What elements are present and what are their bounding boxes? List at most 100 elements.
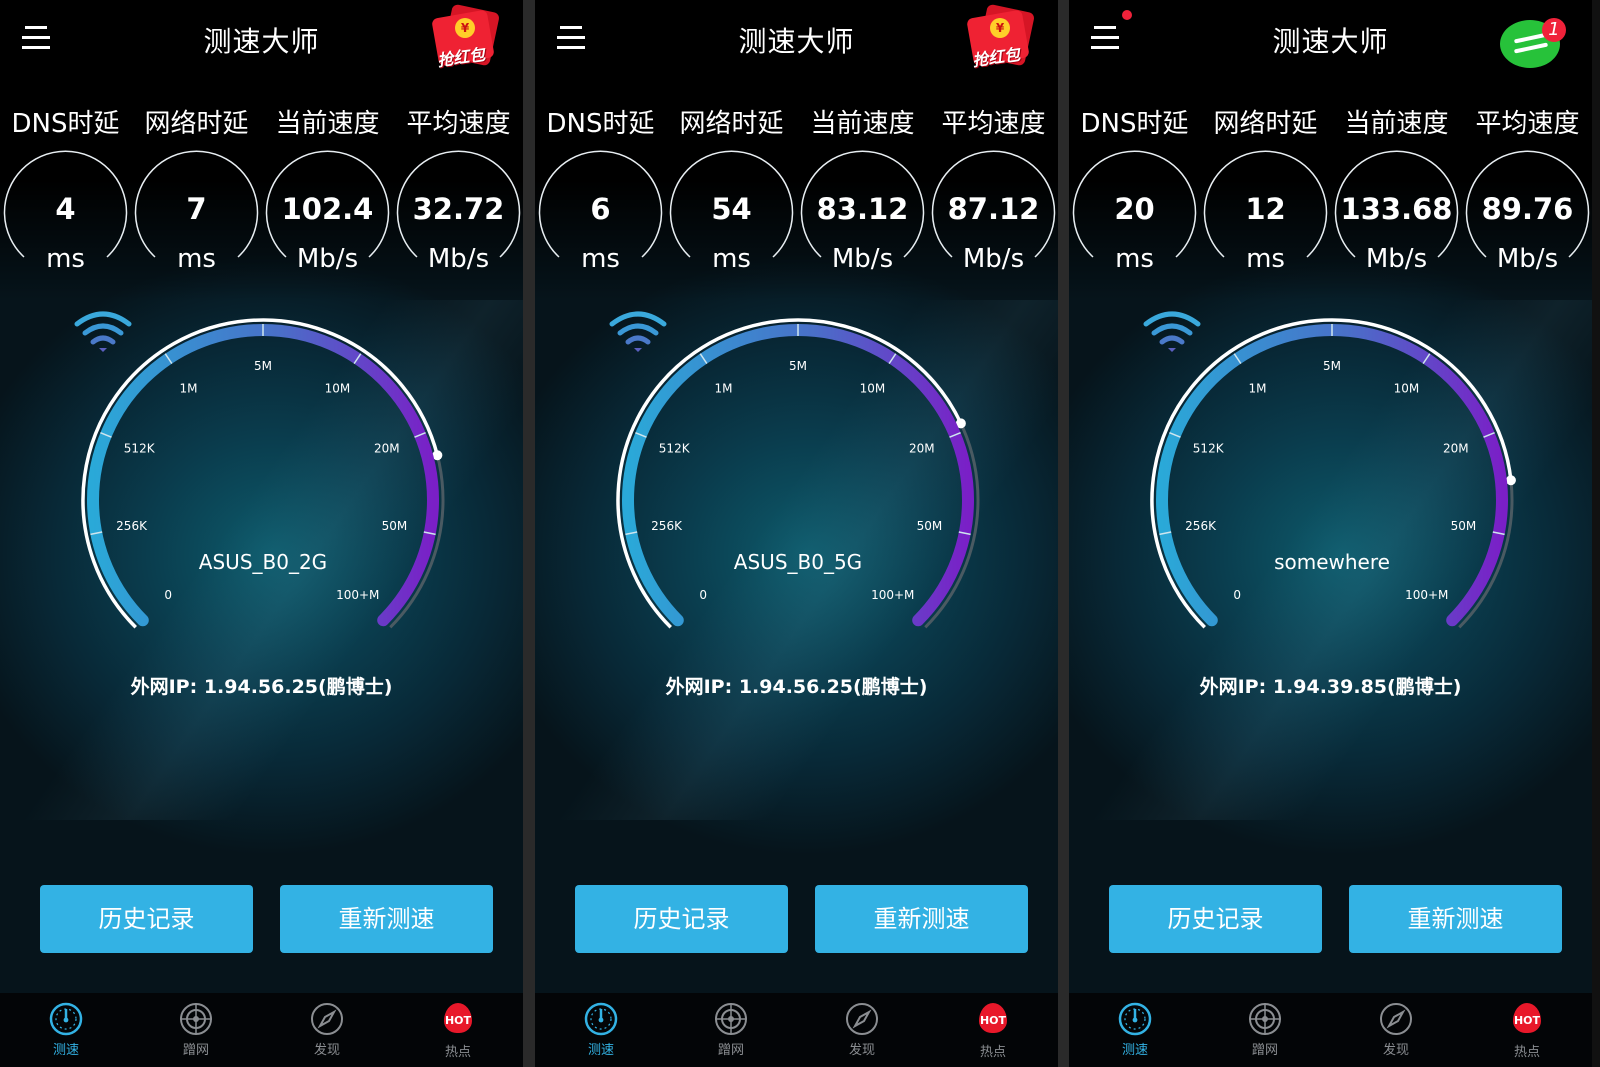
red-packet-button[interactable]: ¥ 抢红包 — [431, 3, 501, 70]
metric-value: 20 — [1114, 192, 1155, 226]
metrics-row: DNS时延 20 ms 网络时延 12 ms 当前速度 133.68 Mb/s … — [1069, 104, 1592, 284]
radar-icon — [1247, 1001, 1283, 1037]
nav-label: 发现 — [848, 1043, 875, 1058]
external-ip: 外网IP: 1.94.56.25(鹏博士) — [0, 672, 523, 699]
nav-label: 测速 — [1121, 1043, 1148, 1058]
hot-badge: HOT — [979, 1003, 1007, 1033]
gauge-tick-label: 256K — [116, 519, 148, 533]
hot-badge: HOT — [1513, 1003, 1541, 1033]
metric-label: DNS时延 — [546, 109, 655, 139]
metric-label: 平均速度 — [941, 109, 1046, 139]
gauge-tick-label: 100+M — [871, 588, 914, 602]
wifi-ssid: ASUS_B0_5G — [733, 550, 863, 574]
nav-tab-1[interactable]: 蹭网 — [1225, 1001, 1305, 1058]
speed-gauge: 0 256K 512K 1M 5M 10M 20M 50M 100+M ASUS_B0_5G — [608, 310, 988, 650]
nav-tab-1[interactable]: 蹭网 — [691, 1001, 771, 1058]
nav-tab-2[interactable]: 发现 — [1356, 1001, 1436, 1058]
gauge-tick-label: 512K — [659, 442, 691, 456]
radar-icon — [713, 1001, 749, 1037]
speedometer-icon — [48, 1001, 84, 1037]
nav-label: 热点 — [444, 1045, 471, 1060]
gauge-tick-label: 512K — [1193, 442, 1225, 456]
metric-label: 平均速度 — [1475, 109, 1580, 139]
metric-value: 6 — [590, 192, 611, 226]
metric-dns-latency: DNS时延 20 ms — [1069, 104, 1200, 274]
nav-tab-0[interactable]: 测速 — [561, 1001, 641, 1058]
external-ip: 外网IP: 1.94.56.25(鹏博士) — [535, 672, 1058, 699]
gauge-svg: 0 256K 512K 1M 5M 10M 20M 50M 100+M — [616, 318, 980, 629]
metric-label: 网络时延 — [1213, 109, 1318, 139]
gauge-scale-band — [87, 324, 439, 627]
metric-label: 当前速度 — [810, 109, 915, 139]
ip-value: 1.94.56.25(鹏博士) — [203, 676, 393, 698]
nav-label: 发现 — [313, 1043, 340, 1058]
gauge-tick-label: 20M — [374, 442, 400, 456]
metric-current-speed: 当前速度 133.68 Mb/s — [1331, 104, 1462, 274]
metrics-row: DNS时延 4 ms 网络时延 7 ms 当前速度 102.4 Mb/s 平均速… — [0, 104, 523, 284]
red-packet-button[interactable]: ¥ 抢红包 — [966, 3, 1036, 71]
gauge-tick-label: 20M — [909, 442, 935, 456]
metric-network-latency: 网络时延 7 ms — [131, 104, 262, 274]
history-button[interactable]: 历史记录 — [1109, 885, 1322, 953]
gauge-tick-label: 0 — [164, 588, 172, 602]
retest-button[interactable]: 重新测速 — [280, 885, 493, 953]
metric-unit: Mb/s — [296, 244, 359, 274]
nav-tab-3[interactable]: HOT 热点 — [1487, 1001, 1567, 1060]
metric-value: 12 — [1245, 192, 1286, 226]
history-button[interactable]: 历史记录 — [575, 885, 788, 953]
metric-unit: Mb/s — [1496, 244, 1559, 274]
metric-unit: Mb/s — [831, 244, 894, 274]
gauge-tick-label: 512K — [124, 442, 156, 456]
speedometer-icon — [583, 1001, 619, 1037]
nav-label: 测速 — [587, 1043, 614, 1058]
phone-screen-2: 测速大师 ¥ 抢红包 DNS时延 6 ms 网络时延 54 ms 当前速度 83… — [535, 0, 1058, 1067]
metric-value: 32.72 — [412, 192, 505, 226]
gauge-tick-label: 1M — [180, 382, 198, 396]
retest-button[interactable]: 重新测速 — [815, 885, 1028, 953]
gauge-tick-label: 50M — [382, 519, 408, 533]
nav-tab-0[interactable]: 测速 — [26, 1001, 106, 1058]
nav-tab-3[interactable]: HOT 热点 — [953, 1001, 1033, 1060]
gauge-tick-label: 256K — [1185, 519, 1217, 533]
metric-network-latency: 网络时延 54 ms — [666, 104, 797, 274]
bottom-nav: 测速 蹭网 发现 HOT 热点 — [1069, 993, 1592, 1067]
top-app-bar: 测速大师 ¥ 抢红包 — [535, 0, 1058, 80]
wechat-share-button[interactable]: 1 — [1496, 14, 1570, 74]
metric-current-speed: 当前速度 102.4 Mb/s — [262, 104, 393, 274]
gauge-tick-label: 5M — [1323, 359, 1341, 373]
gauge-indicator-dot — [1505, 475, 1516, 486]
nav-label: 蹭网 — [1251, 1043, 1278, 1058]
metric-average-speed: 平均速度 32.72 Mb/s — [393, 104, 523, 274]
nav-label: 蹭网 — [182, 1043, 209, 1058]
metric-dns-latency: DNS时延 4 ms — [0, 104, 131, 274]
nav-label: 蹭网 — [717, 1043, 744, 1058]
nav-tab-3[interactable]: HOT 热点 — [418, 1001, 498, 1060]
nav-tab-2[interactable]: 发现 — [287, 1001, 367, 1058]
metric-average-speed: 平均速度 87.12 Mb/s — [928, 104, 1058, 274]
metric-unit: Mb/s — [427, 244, 490, 274]
gauge-tick-label: 50M — [1451, 519, 1477, 533]
notification-dot — [1122, 10, 1132, 20]
ip-value: 1.94.39.85(鹏博士) — [1272, 676, 1462, 698]
metric-current-speed: 当前速度 83.12 Mb/s — [797, 104, 928, 274]
gauge-tick-label: 5M — [789, 359, 807, 373]
nav-label: 热点 — [1513, 1045, 1540, 1060]
metric-label: 网络时延 — [144, 109, 249, 139]
coin-icon: ¥ — [455, 18, 475, 38]
nav-tab-2[interactable]: 发现 — [822, 1001, 902, 1058]
nav-tab-1[interactable]: 蹭网 — [156, 1001, 236, 1058]
radar-icon — [178, 1001, 214, 1037]
compass-icon — [309, 1001, 345, 1037]
metric-value: 133.68 — [1340, 192, 1453, 226]
hot-flame-icon: HOT — [1509, 1003, 1545, 1039]
gauge-tick-label: 50M — [917, 519, 943, 533]
gauge-tick-label: 0 — [1233, 588, 1241, 602]
gauge-tick-label: 10M — [860, 382, 886, 396]
metric-value: 7 — [186, 192, 207, 226]
nav-tab-0[interactable]: 测速 — [1095, 1001, 1175, 1058]
retest-button[interactable]: 重新测速 — [1349, 885, 1562, 953]
history-button[interactable]: 历史记录 — [40, 885, 253, 953]
metric-value: 83.12 — [816, 192, 909, 226]
red-packet-label: 抢红包 — [971, 44, 1022, 71]
gauge-tick-label: 100+M — [1405, 588, 1448, 602]
